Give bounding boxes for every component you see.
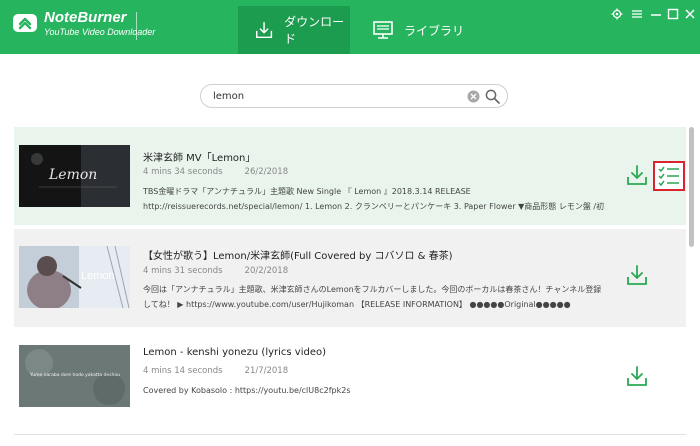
add-to-task-list-button[interactable] (653, 161, 685, 191)
result-item[interactable]: Lemon 【女性が歌う】Lemon/米津玄師(Full Covered by … (14, 229, 686, 327)
tab-library-label: ライブラリ (404, 23, 465, 38)
video-thumbnail[interactable]: Lemon (19, 246, 130, 308)
download-icon[interactable] (626, 365, 648, 387)
app-header: NoteBurner YouTube Video Downloader ダウンロ… (0, 0, 700, 54)
thumbnail-lyric-text: Yume naraba dore hodo yokatta deshou (30, 373, 120, 378)
brand: NoteBurner YouTube Video Downloader (44, 10, 155, 38)
monitor-icon (373, 21, 393, 39)
video-date: 21/7/2018 (244, 366, 289, 376)
video-thumbnail[interactable]: Yume naraba dore hodo yokatta deshou (19, 345, 130, 407)
video-duration: 4 mins 14 seconds (143, 366, 223, 376)
download-icon[interactable] (626, 164, 648, 186)
result-item[interactable]: Lemon 米津玄師 MV「Lemon」 4 mins 34 seconds 26… (14, 127, 686, 225)
video-thumbnail[interactable]: Lemon (19, 145, 130, 207)
search-icon[interactable] (485, 89, 500, 104)
result-list: Lemon 米津玄師 MV「Lemon」 4 mins 34 seconds 26… (14, 127, 686, 446)
gear-icon[interactable] (611, 8, 623, 20)
thumbnail-title-text: Lemon (49, 167, 98, 183)
tab-library[interactable]: ライブラリ (360, 6, 470, 54)
video-title: Lemon - kenshi yonezu (lyrics video) (143, 347, 327, 358)
maximize-icon[interactable] (667, 8, 679, 20)
minimize-icon[interactable] (650, 8, 662, 20)
thumbnail-title-text: Lemon (81, 270, 115, 282)
checklist-icon (658, 166, 679, 186)
video-description: 今回は「アンナチュラル」主題歌、米津玄師さんのLemonをフルカバーしました。今… (143, 285, 602, 309)
video-description: TBS金曜ドラマ「アンナチュラル」主題歌 New Single 『 Lemon … (143, 187, 605, 211)
video-title: 米津玄師 MV「Lemon」 (143, 153, 256, 164)
search-box (200, 84, 508, 108)
video-description: Covered by Kobasolo : https://youtu.be/c… (143, 386, 351, 395)
clear-search-icon[interactable] (467, 90, 480, 103)
noteburner-logo-icon (13, 14, 37, 32)
video-date: 26/2/2018 (244, 167, 289, 177)
video-duration: 4 mins 31 seconds (143, 266, 223, 276)
video-duration: 4 mins 34 seconds (143, 167, 223, 177)
video-meta: 4 mins 34 seconds 26/2/2018 (143, 167, 288, 177)
menu-icon[interactable] (631, 8, 643, 20)
list-scrollbar[interactable] (689, 127, 694, 247)
result-item[interactable]: Yume naraba dore hodo yokatta deshou Lem… (14, 331, 686, 443)
app-name: NoteBurner (44, 9, 127, 26)
video-date: 20/2/2018 (244, 266, 289, 276)
video-meta: 4 mins 31 seconds 20/2/2018 (143, 266, 288, 276)
download-icon[interactable] (626, 264, 648, 286)
close-icon[interactable] (684, 8, 696, 20)
tab-download-label: ダウンロード (284, 15, 345, 46)
download-tray-icon (256, 21, 273, 39)
search-input[interactable] (213, 88, 463, 105)
header-divider (136, 12, 137, 40)
video-title: 【女性が歌う】Lemon/米津玄師(Full Covered by コバソロ &… (143, 251, 453, 262)
list-bottom-divider (14, 434, 686, 435)
app-subtitle: YouTube Video Downloader (44, 27, 156, 37)
video-meta: 4 mins 14 seconds 21/7/2018 (143, 366, 288, 376)
tab-download[interactable]: ダウンロード (238, 6, 350, 54)
